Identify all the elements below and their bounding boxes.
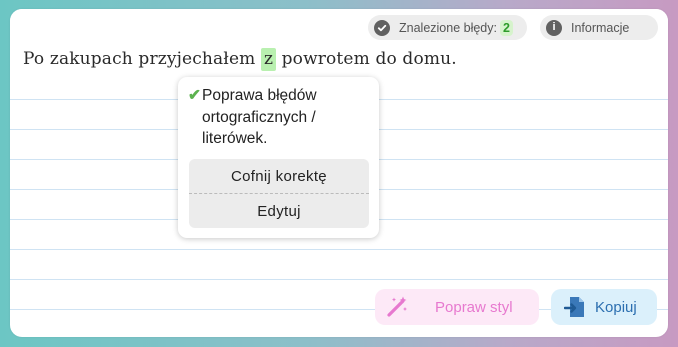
copy-label: Kopiuj <box>595 298 637 316</box>
improve-style-label: Popraw styl <box>435 298 513 316</box>
editor-card: Znalezione błędy: 2 i Informacje Po zaku… <box>10 9 668 337</box>
info-icon: i <box>546 19 562 36</box>
errors-found-badge[interactable]: Znalezione błędy: 2 <box>368 15 527 40</box>
text-after: powrotem do domu. <box>276 49 457 69</box>
copy-icon <box>563 295 587 319</box>
copy-button[interactable]: Kopiuj <box>551 289 657 325</box>
info-label: Informacje <box>571 20 630 35</box>
errors-count: 2 <box>499 19 513 36</box>
correction-message: ✔Poprawa błędów ortograficznych / literó… <box>188 85 373 150</box>
info-button[interactable]: i Informacje <box>540 15 658 40</box>
editor-text[interactable]: Po zakupach przyjechałem z powrotem do d… <box>23 48 457 71</box>
correction-popup: ✔Poprawa błędów ortograficznych / literó… <box>178 77 379 238</box>
check-icon: ✔ <box>188 87 201 104</box>
message-line-2: ortograficznych / <box>202 108 316 126</box>
message-line-1: Poprawa błędów <box>202 87 317 104</box>
improve-style-button[interactable]: Popraw styl <box>375 289 539 325</box>
corrected-word[interactable]: z <box>260 48 277 71</box>
check-circle-icon <box>374 19 390 36</box>
undo-correction-button[interactable]: Cofnij korektę <box>189 159 369 194</box>
message-line-3: literówek. <box>202 130 268 147</box>
errors-found-label: Znalezione błędy: <box>399 20 497 35</box>
text-before: Po zakupach przyjechałem <box>23 49 261 69</box>
edit-button[interactable]: Edytuj <box>189 194 369 228</box>
magic-wand-icon <box>385 295 409 319</box>
